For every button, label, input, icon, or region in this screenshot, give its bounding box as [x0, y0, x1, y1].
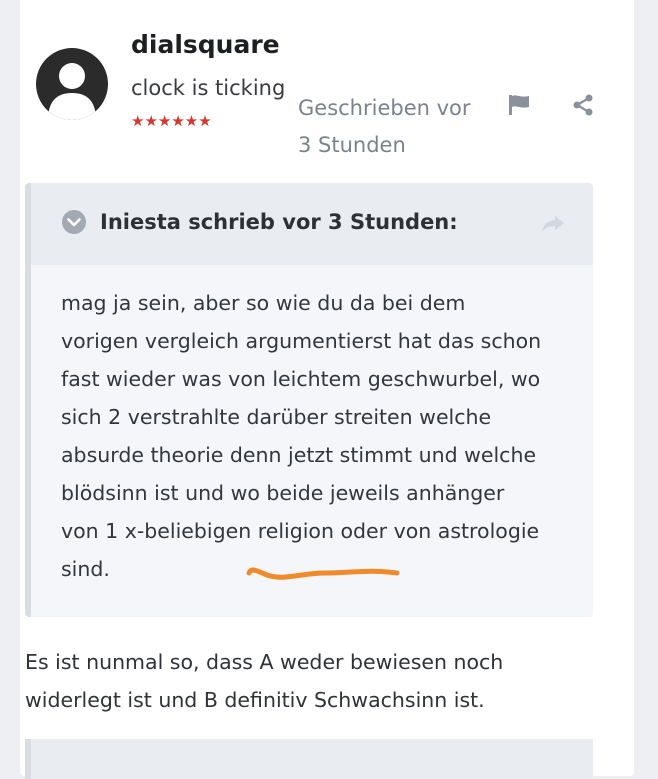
- timestamp-line-1: Geschrieben vor: [298, 96, 471, 120]
- quote-line: von 1 x-beliebigen religion oder von ast…: [61, 519, 540, 543]
- share-icon: [573, 94, 593, 116]
- rank-stars: ★★★★★★: [131, 112, 212, 130]
- post-line: Es ist nunmal so, dass A weder bewiesen …: [25, 650, 504, 674]
- report-button[interactable]: [507, 94, 531, 120]
- timestamp-line-2: 3 Stunden: [298, 133, 406, 157]
- post-body: Es ist nunmal so, dass A weder bewiesen …: [25, 643, 605, 719]
- author-title: clock is ticking: [131, 76, 286, 100]
- quote-text: mag ja sein, aber so wie du da bei dem v…: [61, 284, 581, 588]
- quote-line: blödsinn ist und wo beide jeweils anhäng…: [61, 481, 505, 505]
- avatar[interactable]: [36, 48, 108, 120]
- quote-block: Iniesta schrieb vor 3 Stunden: mag ja se…: [25, 183, 593, 617]
- quote-citation[interactable]: Iniesta schrieb vor 3 Stunden:: [100, 210, 458, 234]
- quote-header: Iniesta schrieb vor 3 Stunden:: [31, 183, 593, 265]
- quote-line: fast wieder was von leichtem geschwurbel…: [61, 367, 541, 391]
- share-arrow-icon: [542, 216, 564, 232]
- quote-share-button[interactable]: [541, 215, 565, 237]
- quote-line: sich 2 verstrahlte darüber streiten welc…: [61, 405, 492, 429]
- next-quote-block: [25, 739, 593, 779]
- flag-icon: [509, 95, 529, 115]
- orange-underline-annotation: [246, 567, 400, 580]
- post-timestamp[interactable]: Geschrieben vor 3 Stunden: [298, 90, 498, 164]
- user-silhouette-icon: [48, 63, 96, 120]
- author-name[interactable]: dialsquare: [131, 30, 280, 59]
- quote-line: vorigen vergleich argumentierst hat das …: [61, 329, 542, 353]
- quote-toggle-button[interactable]: [62, 210, 86, 238]
- quote-line: absurde theorie denn jetzt stimmt und we…: [61, 443, 537, 467]
- chevron-down-circle-icon: [62, 210, 86, 234]
- quote-line: mag ja sein, aber so wie du da bei dem: [61, 291, 466, 315]
- share-button[interactable]: [572, 94, 594, 120]
- post-line: widerlegt ist und B definitiv Schwachsin…: [25, 688, 485, 712]
